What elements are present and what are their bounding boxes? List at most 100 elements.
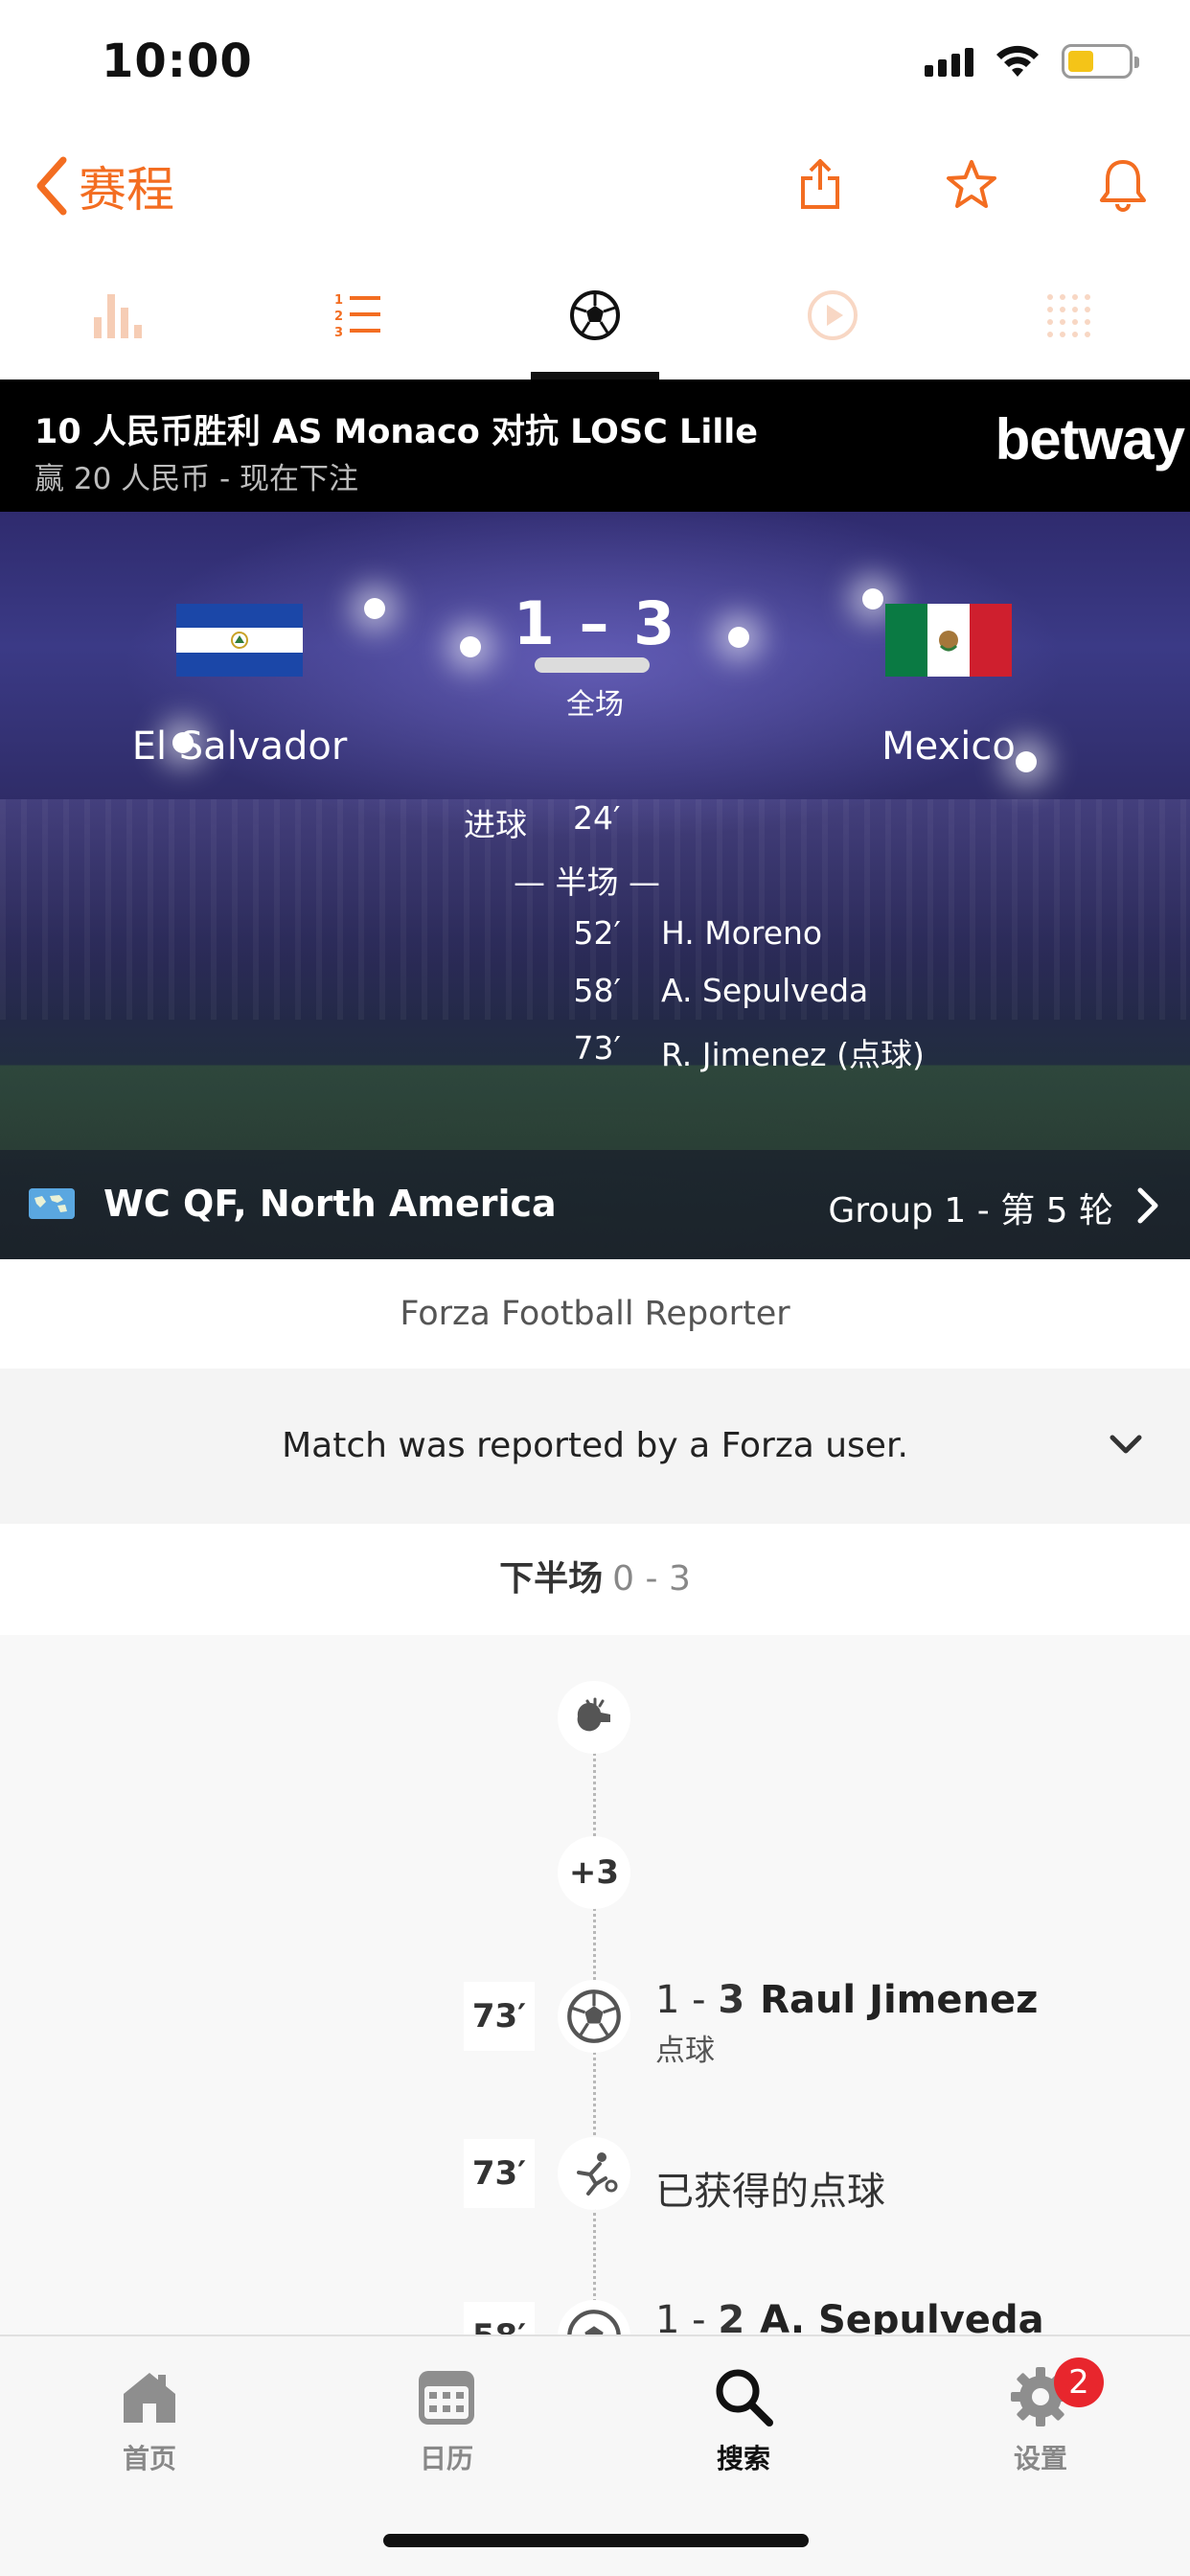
competition-name: WC QF, North America bbox=[103, 1183, 557, 1225]
whistle-icon bbox=[577, 1697, 610, 1732]
half-label: 下半场 bbox=[499, 1559, 604, 1598]
home-goal-minute: 24′ bbox=[573, 799, 621, 837]
tab-lineups[interactable]: 1 2 3 bbox=[238, 251, 475, 380]
dot-grid-icon bbox=[1046, 294, 1090, 337]
tab-table[interactable] bbox=[952, 251, 1190, 380]
goal-minute: 73′ bbox=[573, 1029, 621, 1067]
half-score: 0 - 3 bbox=[612, 1559, 691, 1598]
match-section-tabs: 1 2 3 bbox=[0, 251, 1190, 380]
banner-subtitle: 赢 20 人民币 - 现在下注 bbox=[34, 462, 359, 496]
soccer-ball-icon bbox=[567, 2310, 621, 2334]
second-half-header: 下半场 0 - 3 bbox=[0, 1524, 1190, 1635]
half-time-divider: — 半场 — bbox=[514, 863, 660, 901]
added-time-node: +3 bbox=[558, 1836, 630, 1909]
numbered-list-icon: 1 2 3 bbox=[334, 293, 380, 340]
penalty-kick-icon bbox=[577, 2152, 618, 2196]
home-icon bbox=[116, 2363, 183, 2430]
banner-title: 10 人民币胜利 AS Monaco 对抗 LOSC Lille bbox=[34, 413, 759, 451]
soccer-ball-icon bbox=[570, 290, 621, 340]
goal-scorer: A. Sepulveda bbox=[661, 972, 869, 1009]
tab-settings-label: 设置 bbox=[1013, 2443, 1067, 2474]
bar-chart-icon bbox=[94, 294, 143, 338]
match-progress-bar bbox=[535, 657, 650, 673]
competition-round: Group 1 - 第 5 轮 bbox=[828, 1191, 1113, 1230]
penalty-event-node bbox=[558, 2137, 630, 2210]
nav-bar: 赛程 bbox=[0, 125, 1190, 249]
chevron-down-icon bbox=[1110, 1435, 1142, 1454]
event-score: 1 - 2 bbox=[655, 2298, 744, 2334]
goal-event-node bbox=[558, 1980, 630, 2053]
goal-scorer: H. Moreno bbox=[661, 914, 823, 952]
event-minute: 73′ bbox=[464, 2139, 535, 2208]
share-button[interactable] bbox=[791, 153, 849, 215]
tab-stats[interactable] bbox=[0, 251, 238, 380]
report-message: Match was reported by a Forza user. bbox=[282, 1426, 908, 1465]
event-score-prefix: 1 - bbox=[655, 1978, 719, 2022]
home-indicator[interactable] bbox=[383, 2534, 809, 2547]
competition-bar[interactable]: WC QF, North America Group 1 - 第 5 轮 bbox=[0, 1150, 1190, 1259]
tab-search[interactable]: 搜索 bbox=[648, 2363, 839, 2476]
betway-logo: betway bbox=[995, 407, 1185, 472]
goal-event[interactable]: 1 - 3 Raul Jimenez 点球 bbox=[655, 1978, 1038, 2069]
match-header: El Salvador Mexico 1 – 3 全场 进球 24′ — 半场 … bbox=[0, 512, 1190, 1259]
play-circle-icon bbox=[808, 290, 858, 340]
back-label: 赛程 bbox=[79, 162, 174, 218]
star-icon bbox=[947, 160, 996, 208]
favorite-button[interactable] bbox=[943, 153, 1000, 215]
match-status: 全场 bbox=[566, 688, 624, 722]
added-time: +3 bbox=[568, 1853, 620, 1892]
svg-text:2: 2 bbox=[334, 310, 343, 324]
nav-actions bbox=[791, 153, 1152, 215]
away-team-name[interactable]: Mexico bbox=[776, 724, 1121, 769]
tab-search-label: 搜索 bbox=[716, 2443, 770, 2474]
reporter-label: Forza Football Reporter bbox=[0, 1259, 1190, 1368]
goals-label: 进球 bbox=[464, 806, 527, 843]
full-time-whistle-node bbox=[558, 1681, 630, 1754]
chevron-left-icon bbox=[36, 156, 67, 216]
goal-event[interactable]: 1 - 2 A. Sepulveda bbox=[655, 2298, 1044, 2334]
notification-badge: 2 bbox=[1054, 2358, 1104, 2407]
svg-text:1: 1 bbox=[334, 293, 343, 308]
event-score-prefix: 1 - bbox=[655, 2298, 719, 2334]
event-minute: 58′ bbox=[464, 2302, 535, 2334]
chevron-right-icon bbox=[1137, 1187, 1158, 1224]
share-icon bbox=[801, 159, 839, 209]
status-time: 10:00 bbox=[102, 34, 253, 88]
status-icons bbox=[925, 44, 1139, 79]
event-minute: 73′ bbox=[464, 1982, 535, 2051]
betting-banner[interactable]: 10 人民币胜利 AS Monaco 对抗 LOSC Lille 赢 20 人民… bbox=[0, 380, 1190, 512]
world-map-icon bbox=[29, 1188, 75, 1219]
goal-event-node bbox=[558, 2300, 630, 2334]
match-score: 1 – 3 bbox=[513, 588, 677, 658]
goal-scorer: R. Jimenez (点球) bbox=[661, 1036, 925, 1073]
event-detail: 点球 bbox=[655, 2034, 715, 2068]
tab-events[interactable] bbox=[476, 251, 714, 380]
back-button[interactable]: 赛程 bbox=[33, 151, 174, 220]
soccer-ball-icon bbox=[567, 1990, 621, 2043]
goal-minute: 58′ bbox=[573, 972, 621, 1009]
bell-icon bbox=[1100, 160, 1146, 212]
tab-settings[interactable]: 设置 2 bbox=[945, 2358, 1136, 2476]
battery-icon bbox=[1062, 44, 1139, 79]
match-timeline: +3 73′ 1 - 3 Raul Jimenez 点球 73′ 已获得的点球 5… bbox=[0, 1635, 1190, 2334]
tab-calendar[interactable]: 日历 bbox=[351, 2363, 542, 2476]
notifications-button[interactable] bbox=[1094, 153, 1152, 215]
search-icon bbox=[710, 2363, 777, 2430]
tab-home-label: 首页 bbox=[122, 2443, 176, 2474]
event-score-value: 2 bbox=[718, 2298, 745, 2334]
calendar-icon bbox=[413, 2363, 480, 2430]
status-bar: 10:00 bbox=[0, 0, 1190, 125]
goal-minute: 52′ bbox=[573, 914, 621, 952]
wifi-icon bbox=[996, 45, 1039, 77]
report-disclosure[interactable]: Match was reported by a Forza user. bbox=[0, 1368, 1190, 1524]
event-score-value: 3 bbox=[718, 1978, 745, 2022]
tab-home[interactable]: 首页 bbox=[54, 2363, 245, 2476]
event-score: 1 - 3 bbox=[655, 1978, 744, 2022]
svg-text:3: 3 bbox=[334, 326, 343, 340]
event-player: Raul Jimenez bbox=[760, 1978, 1039, 2022]
event-player: A. Sepulveda bbox=[760, 2298, 1044, 2334]
penalty-awarded-event[interactable]: 已获得的点球 bbox=[655, 2160, 885, 2216]
tab-calendar-label: 日历 bbox=[419, 2443, 473, 2474]
home-team-name[interactable]: El Salvador bbox=[67, 724, 412, 769]
tab-video[interactable] bbox=[714, 251, 951, 380]
